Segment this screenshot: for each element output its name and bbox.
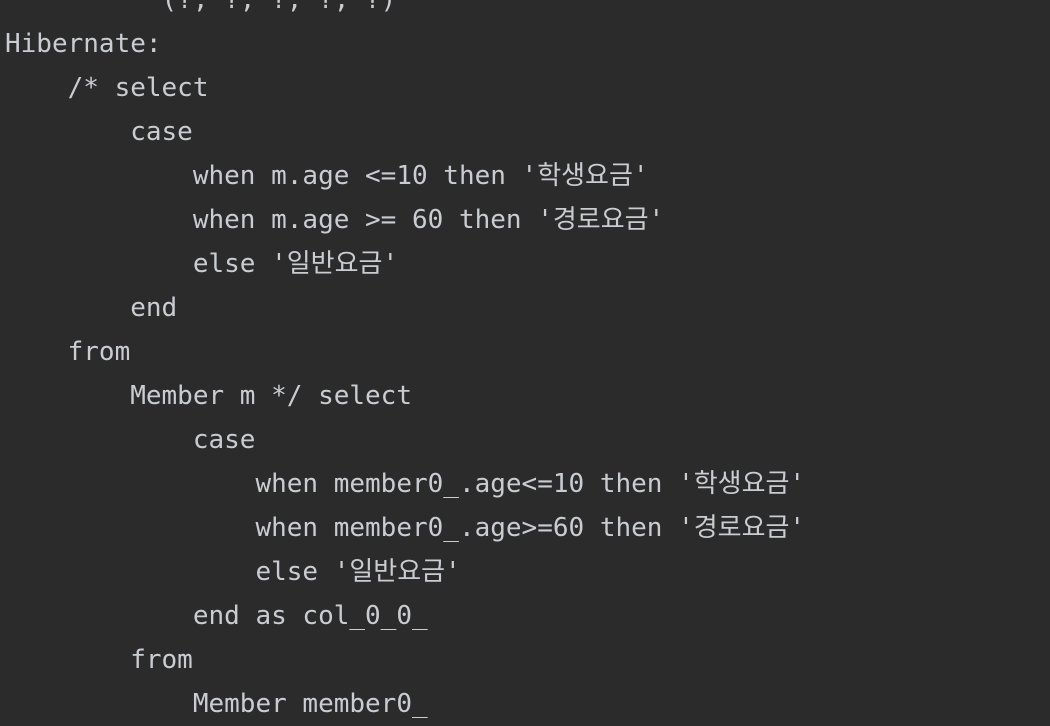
log-line-jpql-when-senior: when m.age >= 60 then '경로요금' [5, 205, 680, 235]
log-line-sql-when-student: when member0_.age<=10 then '학생요금' [5, 469, 821, 499]
log-line-jpql-end: end [5, 293, 193, 323]
log-line-jpql-else: else '일반요금' [5, 249, 414, 279]
log-line-sql-from: from [5, 645, 193, 675]
log-line-jpql-member-sql-select: Member m */ select [5, 381, 412, 411]
log-line-comment-select: /* select [5, 73, 209, 103]
console-output-panel[interactable]: (?, ?, ?, ?, ?) Hibernate: /* select cas… [0, 0, 1050, 726]
log-line-sql-case: case [5, 425, 272, 455]
log-line-jpql-when-student: when m.age <=10 then '학생요금' [5, 161, 665, 191]
log-line-jpql-case: case [5, 117, 209, 147]
log-line-sql-else: else '일반요금' [5, 557, 477, 587]
console-log-lines: (?, ?, ?, ?, ?) Hibernate: /* select cas… [5, 0, 821, 726]
log-line-sql-end-as: end as col_0_0_ [5, 601, 444, 631]
log-line-bind-params: (?, ?, ?, ?, ?) [5, 0, 397, 15]
log-line-hibernate-prefix: Hibernate: [5, 29, 178, 59]
log-line-sql-member-table: Member member0_ [5, 689, 428, 719]
log-line-sql-when-senior: when member0_.age>=60 then '경로요금' [5, 513, 821, 543]
log-line-jpql-from: from [5, 337, 131, 367]
